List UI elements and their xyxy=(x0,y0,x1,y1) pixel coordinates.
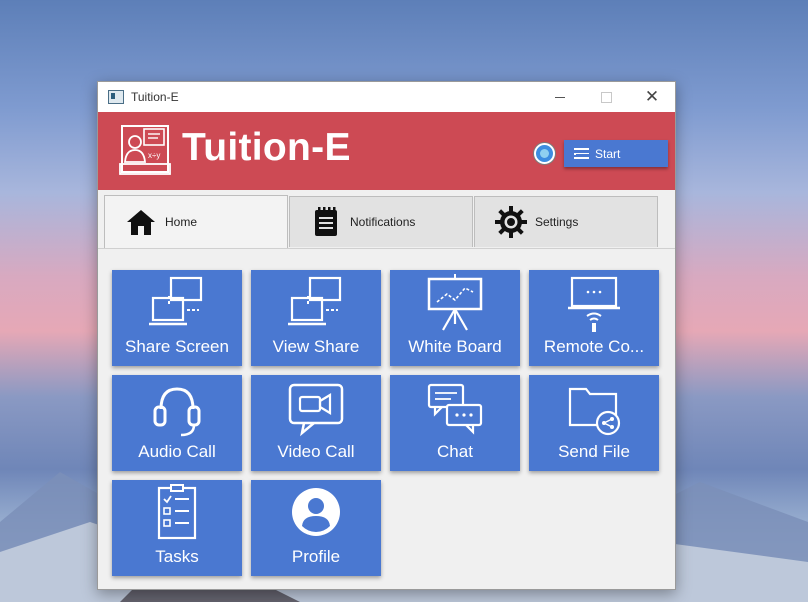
share-screen-tile[interactable]: Share Screen xyxy=(112,270,242,366)
start-button[interactable]: Start xyxy=(564,140,668,167)
video-call-icon xyxy=(288,383,344,437)
tab-settings-label: Settings xyxy=(535,215,579,229)
tab-settings[interactable]: Settings xyxy=(474,196,658,247)
app-window: Tuition-E ✕ x÷y Tuition-E Start Home Not… xyxy=(97,81,676,590)
tile-label: Video Call xyxy=(277,442,355,461)
tile-label: Chat xyxy=(437,442,473,461)
close-button[interactable]: ✕ xyxy=(629,82,675,112)
svg-text:x÷y: x÷y xyxy=(148,151,160,160)
remote-control-tile[interactable]: Remote Co... xyxy=(529,270,659,366)
remote-control-icon xyxy=(568,276,620,332)
tab-home-label: Home xyxy=(165,215,198,229)
share-screen-icon xyxy=(149,276,203,326)
profile-tile[interactable]: Profile xyxy=(251,480,381,576)
tile-label: View Share xyxy=(272,337,360,356)
app-window-icon xyxy=(108,90,124,104)
window-title: Tuition-E xyxy=(131,90,179,104)
notebook-icon xyxy=(315,207,337,236)
chat-icon xyxy=(427,383,483,435)
chat-tile[interactable]: Chat xyxy=(390,375,520,471)
minimize-icon xyxy=(555,96,565,98)
tab-notifications[interactable]: Notifications xyxy=(289,196,473,247)
view-share-icon xyxy=(288,276,342,326)
white-board-tile[interactable]: White Board xyxy=(390,270,520,366)
audio-call-tile[interactable]: Audio Call xyxy=(112,375,242,471)
send-file-icon xyxy=(568,387,621,436)
tile-label: Remote Co... xyxy=(543,337,645,356)
maximize-button[interactable] xyxy=(583,82,629,112)
tile-label: White Board xyxy=(408,337,502,356)
minimize-button[interactable] xyxy=(537,82,583,112)
maximize-icon xyxy=(600,91,612,103)
tile-label: Profile xyxy=(291,547,341,566)
brand-title: Tuition-E xyxy=(182,126,351,169)
video-call-tile[interactable]: Video Call xyxy=(251,375,381,471)
tab-home[interactable]: Home xyxy=(104,195,288,248)
tab-bar: Home Notifications Settings xyxy=(98,190,675,249)
home-icon xyxy=(127,210,155,235)
list-icon xyxy=(574,148,589,159)
app-header: x÷y Tuition-E Start xyxy=(98,112,675,190)
tile-label: Tasks xyxy=(155,547,199,566)
tile-label: Send File xyxy=(558,442,630,461)
tile-label: Share Screen xyxy=(125,337,229,356)
tab-notifications-label: Notifications xyxy=(350,215,416,229)
headset-icon xyxy=(153,387,201,437)
tutor-logo-icon: x÷y xyxy=(119,125,171,175)
tile-label: Audio Call xyxy=(138,442,216,461)
title-bar[interactable]: Tuition-E ✕ xyxy=(98,82,675,112)
whiteboard-icon xyxy=(427,274,483,331)
start-button-label: Start xyxy=(595,146,621,161)
tasks-tile[interactable]: Tasks xyxy=(112,480,242,576)
view-share-tile[interactable]: View Share xyxy=(251,270,381,366)
close-icon: ✕ xyxy=(644,87,660,106)
tasks-icon xyxy=(157,484,197,540)
gear-icon xyxy=(495,206,527,238)
connection-status-icon[interactable] xyxy=(534,143,555,164)
profile-icon xyxy=(292,488,340,536)
send-file-tile[interactable]: Send File xyxy=(529,375,659,471)
